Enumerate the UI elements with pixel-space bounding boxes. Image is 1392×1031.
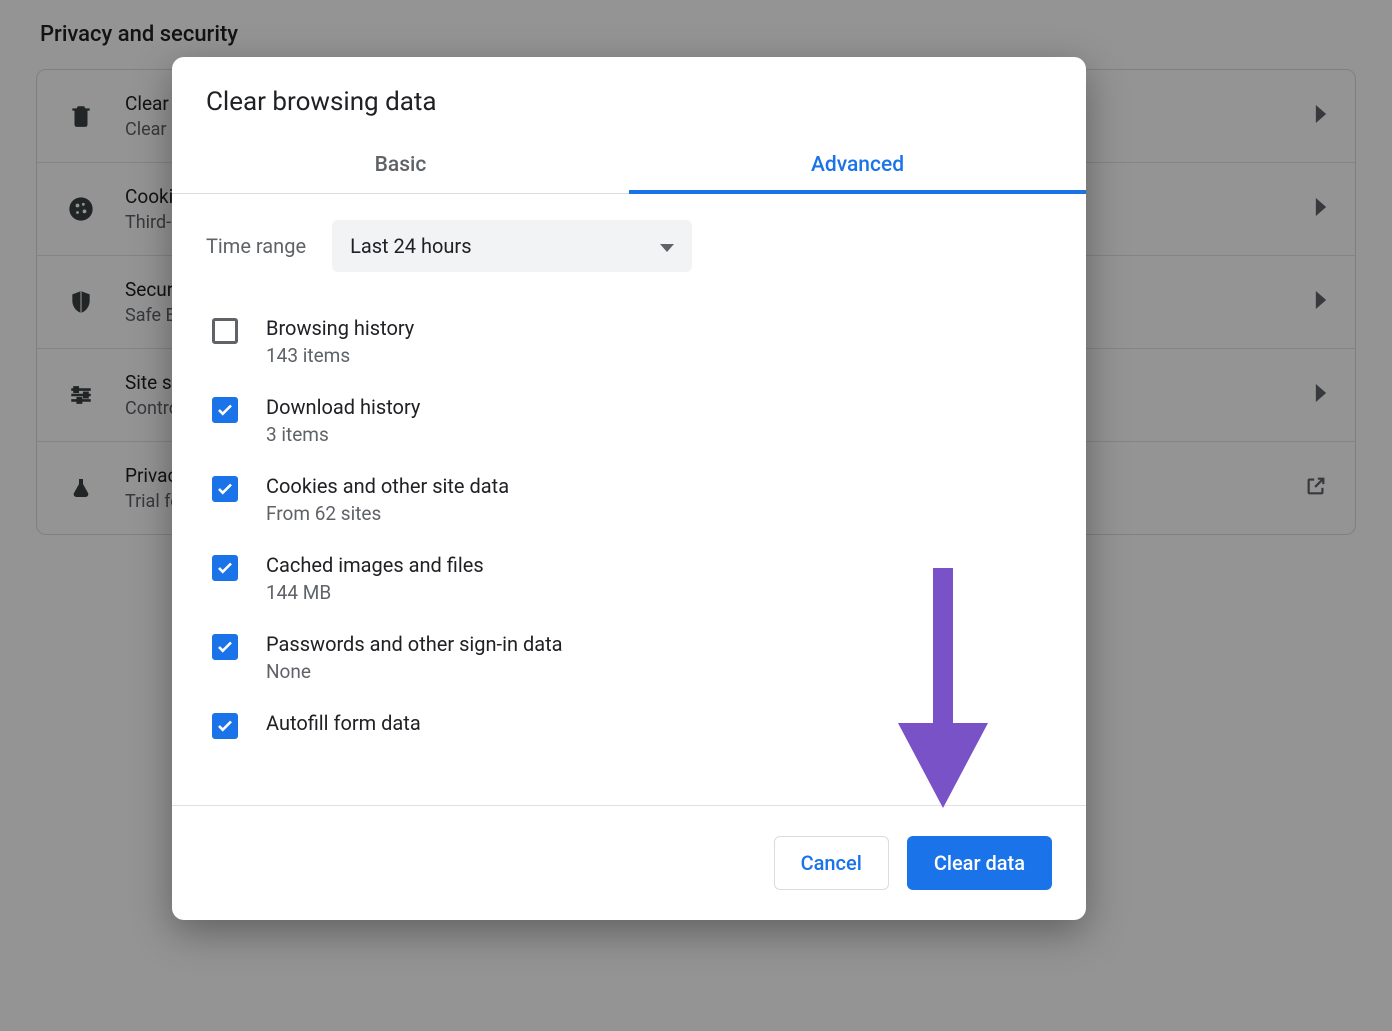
time-range-label: Time range bbox=[206, 234, 306, 258]
dropdown-triangle-icon bbox=[660, 234, 674, 258]
option-title: Cookies and other site data bbox=[266, 474, 1052, 498]
clear-browsing-data-dialog: Clear browsing data Basic Advanced Time … bbox=[172, 57, 1086, 920]
time-range-select[interactable]: Last 24 hours bbox=[332, 220, 692, 272]
time-range-value: Last 24 hours bbox=[350, 234, 471, 258]
option-sub: 143 items bbox=[266, 344, 1052, 367]
checkbox-autofill[interactable] bbox=[212, 713, 238, 739]
dialog-title: Clear browsing data bbox=[172, 57, 1086, 139]
checkbox-passwords[interactable] bbox=[212, 634, 238, 660]
clear-data-button[interactable]: Clear data bbox=[907, 836, 1052, 890]
option-cached[interactable]: Cached images and files 144 MB bbox=[206, 539, 1052, 618]
checkbox-download-history[interactable] bbox=[212, 397, 238, 423]
dialog-footer: Cancel Clear data bbox=[172, 805, 1086, 920]
option-title: Cached images and files bbox=[266, 553, 1052, 577]
tab-advanced[interactable]: Advanced bbox=[629, 139, 1086, 193]
option-title: Passwords and other sign-in data bbox=[266, 632, 1052, 656]
checkbox-cached[interactable] bbox=[212, 555, 238, 581]
option-title: Autofill form data bbox=[266, 711, 1052, 735]
option-sub: 3 items bbox=[266, 423, 1052, 446]
option-cookies[interactable]: Cookies and other site data From 62 site… bbox=[206, 460, 1052, 539]
dialog-tabs: Basic Advanced bbox=[172, 139, 1086, 194]
option-autofill[interactable]: Autofill form data bbox=[206, 697, 1052, 753]
dialog-body[interactable]: Time range Last 24 hours Browsing histor… bbox=[172, 194, 1086, 805]
option-sub: None bbox=[266, 660, 1052, 683]
tab-basic[interactable]: Basic bbox=[172, 139, 629, 193]
option-title: Download history bbox=[266, 395, 1052, 419]
checkbox-browsing-history[interactable] bbox=[212, 318, 238, 344]
cancel-button[interactable]: Cancel bbox=[774, 836, 889, 890]
option-title: Browsing history bbox=[266, 316, 1052, 340]
option-sub: 144 MB bbox=[266, 581, 1052, 604]
option-passwords[interactable]: Passwords and other sign-in data None bbox=[206, 618, 1052, 697]
checkbox-cookies[interactable] bbox=[212, 476, 238, 502]
option-download-history[interactable]: Download history 3 items bbox=[206, 381, 1052, 460]
option-sub: From 62 sites bbox=[266, 502, 1052, 525]
option-browsing-history[interactable]: Browsing history 143 items bbox=[206, 302, 1052, 381]
